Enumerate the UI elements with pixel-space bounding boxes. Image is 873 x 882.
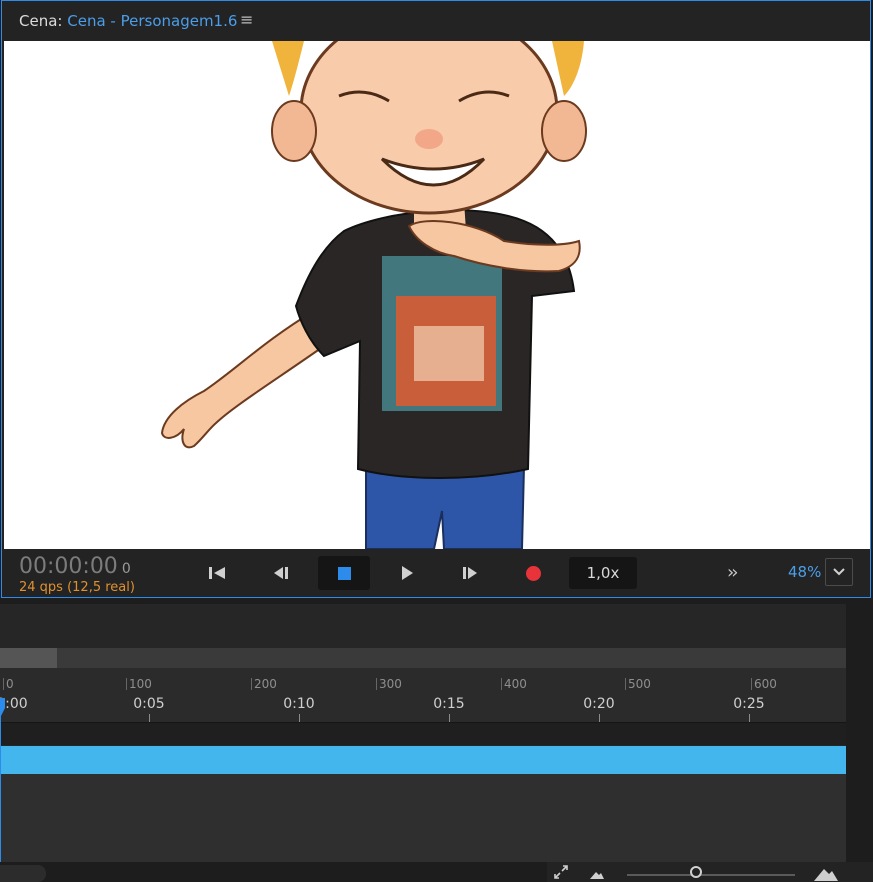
time-label: 0:25 [733, 696, 765, 712]
timeline-track-area[interactable] [0, 774, 846, 862]
timeline-bottom-bar [0, 862, 873, 882]
timeline-panel: 0 100 200 300 400 500 600 0:00 0:05 0:10… [0, 604, 873, 882]
timeline-zoom-tools [547, 862, 873, 882]
step-forward-button[interactable] [455, 558, 485, 588]
time-tick [149, 714, 150, 722]
timeline-zoom-knob[interactable] [690, 866, 702, 878]
ruler-separator [0, 722, 873, 745]
timecode[interactable]: 00:00:00 [19, 554, 118, 579]
step-back-button[interactable] [266, 558, 296, 588]
record-icon [525, 565, 541, 581]
time-tick [299, 714, 300, 722]
hamburger-menu-icon[interactable]: ≡ [240, 10, 253, 29]
frame-label: 200 [251, 677, 277, 691]
frame-label: 0 [3, 677, 14, 691]
timecode-display[interactable]: 00:00:00 0 [19, 554, 131, 579]
sequence-name[interactable]: Cena - Personagem1.6 [67, 12, 237, 30]
fit-timeline-icon[interactable] [553, 864, 569, 880]
skip-to-start-icon [209, 567, 225, 579]
more-options-icon[interactable]: ›› [727, 562, 739, 583]
chevron-down-icon [833, 568, 845, 576]
zoom-out-mountain-icon[interactable] [589, 868, 605, 880]
frame-label: 400 [501, 677, 527, 691]
time-tick [599, 714, 600, 722]
panel-title: Cena: Cena - Personagem1.6 [19, 12, 237, 30]
timeline-track-clip[interactable] [0, 746, 846, 774]
playback-speed[interactable]: 1,0x [569, 557, 637, 589]
playhead-line[interactable] [0, 714, 1, 869]
time-label: 0:15 [433, 696, 465, 712]
step-forward-icon [463, 567, 477, 579]
right-gutter [846, 604, 873, 882]
frame-number: 0 [121, 561, 131, 577]
stop-icon [337, 566, 351, 580]
frame-label: 300 [376, 677, 402, 691]
time-label: 0:05 [133, 696, 165, 712]
time-tick [749, 714, 750, 722]
time-label: 0:20 [583, 696, 615, 712]
time-tick [449, 714, 450, 722]
play-icon [402, 566, 413, 580]
time-label: 0:10 [283, 696, 315, 712]
horizontal-scrollbar[interactable] [0, 865, 46, 882]
record-button[interactable] [518, 558, 548, 588]
scene-panel: Cena: Cena - Personagem1.6 ≡ 00:00:00 0 … [1, 0, 871, 598]
zoom-in-mountain-icon[interactable] [813, 864, 839, 882]
timeline-scroll-thumb[interactable] [0, 648, 57, 668]
frame-label: 100 [126, 677, 152, 691]
frame-label: 500 [625, 677, 651, 691]
character-illustration [160, 41, 587, 549]
timeline-scroll-track[interactable] [0, 648, 846, 668]
skip-to-start-button[interactable] [202, 558, 232, 588]
fps-display: 24 qps (12,5 real) [19, 580, 135, 595]
frame-label: 600 [751, 677, 777, 691]
zoom-level[interactable]: 48% [788, 563, 821, 581]
playback-controls: 00:00:00 0 24 qps (12,5 real) 1,0x ›› 48% [2, 549, 870, 597]
stop-button[interactable] [318, 556, 370, 590]
play-button[interactable] [392, 558, 422, 588]
scene-viewport[interactable] [4, 41, 870, 549]
step-back-icon [274, 567, 288, 579]
zoom-dropdown-button[interactable] [825, 558, 853, 586]
time-ruler[interactable]: 0 100 200 300 400 500 600 0:00 0:05 0:10… [0, 668, 846, 722]
panel-header: Cena: Cena - Personagem1.6 ≡ [2, 1, 870, 41]
panel-title-prefix: Cena: [19, 12, 63, 30]
timeline-zoom-slider[interactable] [627, 874, 795, 876]
